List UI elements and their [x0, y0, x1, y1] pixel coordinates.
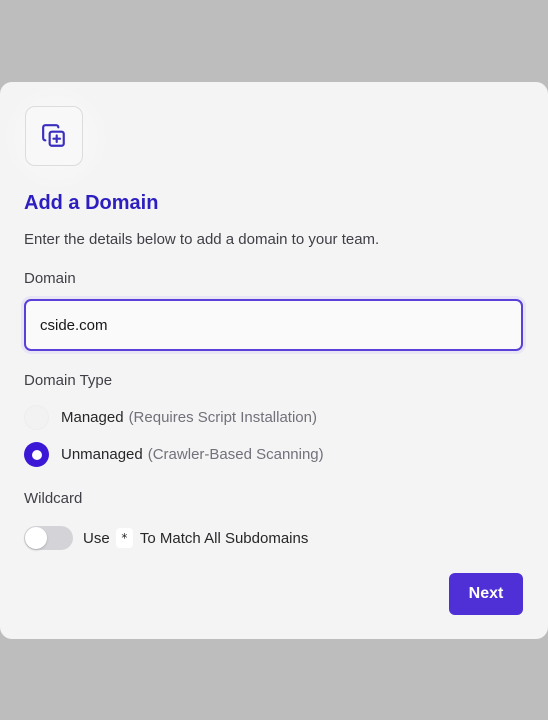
- wildcard-row: Use * To Match All Subdomains: [24, 526, 308, 550]
- domain-type-label: Domain Type: [24, 372, 113, 389]
- radio-selected-dot: [31, 449, 42, 460]
- radio-button-unmanaged[interactable]: [24, 442, 49, 467]
- dialog-subtitle: Enter the details below to add a domain …: [24, 231, 380, 248]
- domain-input[interactable]: [24, 299, 523, 351]
- dialog-title: Add a Domain: [24, 192, 159, 214]
- radio-option-unmanaged[interactable]: Unmanaged (Crawler-Based Scanning): [24, 442, 324, 467]
- wildcard-label: Wildcard: [24, 490, 83, 507]
- toggle-knob: [25, 527, 47, 549]
- copy-plus-icon: [25, 106, 83, 166]
- next-button[interactable]: Next: [449, 573, 523, 615]
- add-domain-dialog: Add a Domain Enter the details below to …: [0, 82, 548, 639]
- wildcard-code: *: [115, 528, 133, 548]
- radio-option-managed[interactable]: Managed (Requires Script Installation): [24, 405, 317, 430]
- radio-label-managed: Managed: [61, 409, 124, 426]
- wildcard-text-after: To Match All Subdomains: [139, 529, 309, 547]
- domain-label: Domain: [24, 270, 76, 287]
- radio-hint-unmanaged: (Crawler-Based Scanning): [147, 446, 324, 463]
- wildcard-toggle[interactable]: [24, 526, 73, 550]
- radio-label-unmanaged: Unmanaged: [61, 446, 143, 463]
- radio-hint-managed: (Requires Script Installation): [128, 409, 317, 426]
- wildcard-text-before: Use: [83, 529, 110, 547]
- radio-button-managed[interactable]: [24, 405, 49, 430]
